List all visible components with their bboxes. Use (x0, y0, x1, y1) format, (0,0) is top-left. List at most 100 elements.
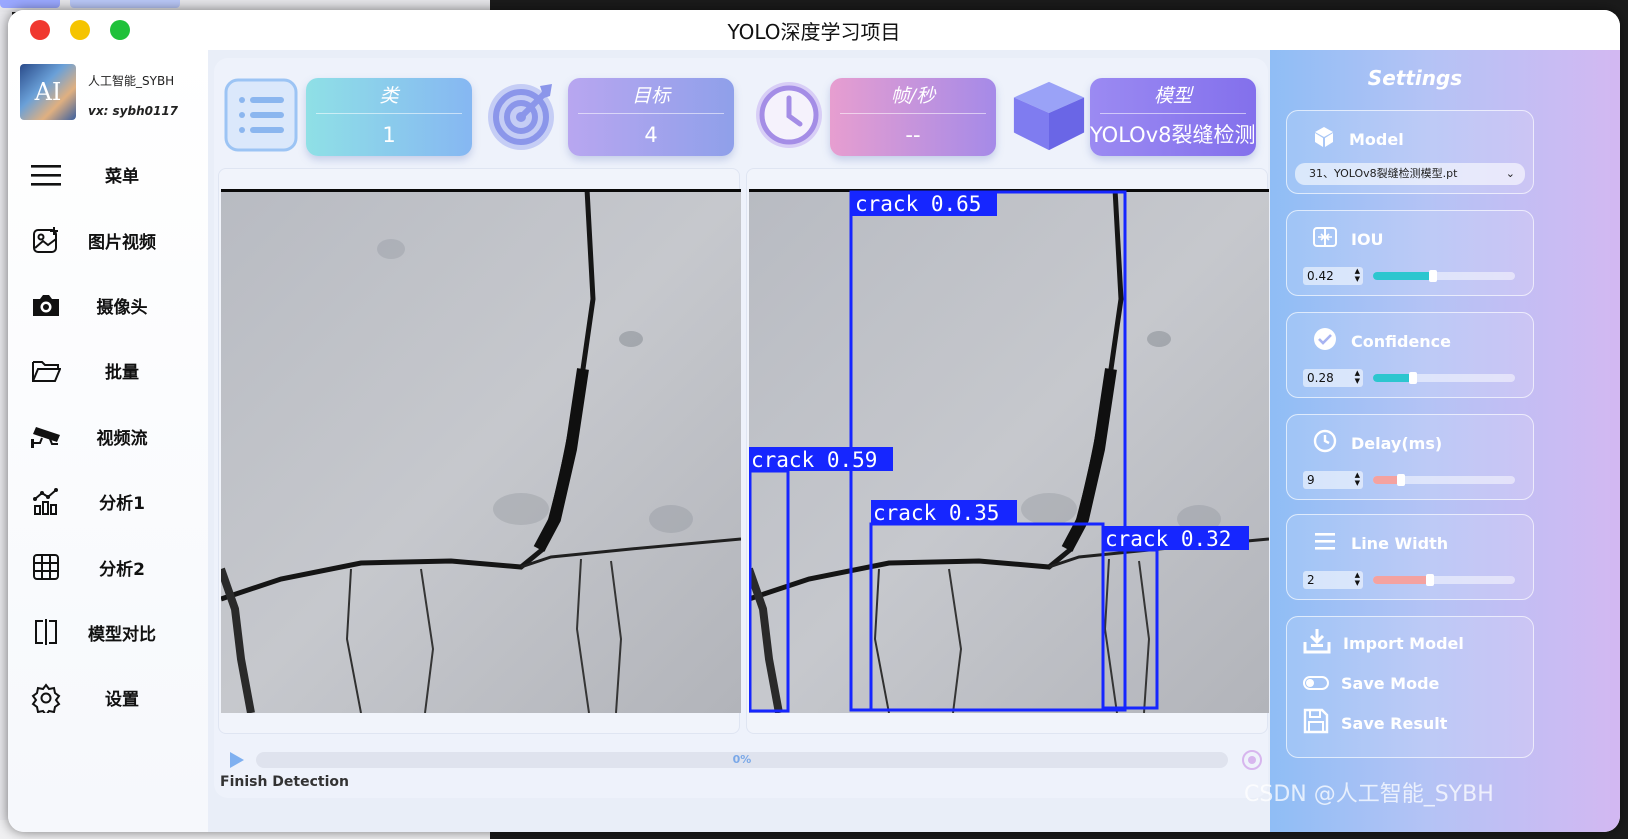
iou-spinbox[interactable]: 0.42 ▲ ▼ (1303, 267, 1363, 285)
model-setting-label: Model (1349, 129, 1404, 149)
gear-icon (26, 683, 66, 713)
sidebar-item-label: 分析1 (99, 494, 145, 515)
target-icon (484, 76, 562, 154)
model-select[interactable]: 31、YOLOv8裂缝检测模型.pt ⌄ (1295, 163, 1525, 185)
target-count-card: 目标 4 (568, 78, 734, 156)
sidebar-item-menu[interactable]: 菜单 (8, 142, 208, 207)
class-count-card: 类 1 (306, 78, 472, 156)
delay-spinbox[interactable]: 9 ▲ ▼ (1303, 471, 1363, 489)
line-width-slider[interactable] (1373, 574, 1515, 586)
cube-icon (1010, 76, 1088, 154)
target-count-label: 目标 (578, 78, 724, 114)
progress-row: 0% (222, 748, 1262, 772)
line-width-spinbox[interactable]: 2 ▲ ▼ (1303, 571, 1363, 589)
spin-arrows-icon: ▲ ▼ (1354, 369, 1360, 385)
iou-setting-card: IOU 0.42 ▲ ▼ (1286, 210, 1534, 296)
actions-card: Import Model Save Mode Save Result (1286, 616, 1534, 758)
sidebar-item-batch[interactable]: 批量 (8, 338, 208, 403)
settings-panel: Settings Model 31、YOLOv8裂缝检测模型.pt ⌄ IOU (1270, 50, 1620, 832)
sidebar-item-model-compare[interactable]: 模型对比 (8, 600, 208, 665)
settings-title: Settings (1367, 66, 1463, 90)
sidebar-item-image-video[interactable]: 图片视频 (8, 207, 208, 272)
chevron-down-icon: ⌄ (1505, 167, 1515, 180)
slider-handle[interactable] (1428, 270, 1437, 282)
model-setting-card: Model 31、YOLOv8裂缝检测模型.pt ⌄ (1286, 110, 1534, 194)
main-area: 类 1 目标 4 帧/秒 -- 模型 YOLOv8裂缝检测 crack 0.65… (208, 50, 1270, 832)
cctv-icon (26, 423, 66, 449)
spin-arrows-icon: ▲ ▼ (1354, 267, 1360, 283)
table-icon (26, 553, 66, 581)
play-button[interactable] (228, 750, 246, 774)
spin-arrows-icon: ▲ ▼ (1354, 471, 1360, 487)
sidebar-item-analysis-2[interactable]: 分析2 (8, 534, 208, 599)
sidebar-item-label: 批量 (105, 363, 139, 384)
confidence-setting-card: Confidence 0.28 ▲ ▼ (1286, 312, 1534, 398)
compare-icon (26, 618, 66, 646)
result-image-panel: crack 0.65 crack 0.59 crack 0.35 crack 0… (746, 168, 1269, 734)
delay-setting-card: Delay(ms) 9 ▲ ▼ (1286, 414, 1534, 500)
profile-block: AI 人工智能_SYBH vx: sybh0117 (20, 64, 200, 124)
clock-icon (750, 76, 828, 154)
iou-icon (1313, 226, 1337, 252)
sidebar-item-label: 模型对比 (88, 624, 156, 645)
sidebar-item-video-stream[interactable]: 视频流 (8, 404, 208, 469)
sidebar-item-label: 图片视频 (88, 232, 156, 253)
spin-arrows-icon: ▲ ▼ (1354, 571, 1360, 587)
close-button[interactable] (30, 20, 50, 40)
detection-label: crack 0.32 (1105, 527, 1231, 551)
sidebar-item-settings[interactable]: 设置 (8, 665, 208, 730)
save-result-button[interactable]: Save Result (1303, 703, 1533, 743)
slider-handle[interactable] (1397, 474, 1406, 486)
save-mode-toggle[interactable]: Save Mode (1303, 663, 1533, 703)
toggle-switch[interactable] (1303, 676, 1329, 690)
detection-label: crack 0.59 (751, 448, 877, 472)
box-icon (1313, 126, 1335, 152)
profile-wechat: vx: sybh0117 (88, 104, 179, 118)
check-circle-icon (1313, 327, 1337, 355)
clock-icon (1313, 429, 1337, 457)
confidence-slider[interactable] (1373, 372, 1515, 384)
sidebar-item-analysis-1[interactable]: 分析1 (8, 469, 208, 534)
save-mode-label: Save Mode (1341, 673, 1440, 693)
floppy-disk-icon (1303, 708, 1329, 738)
sidebar-item-label: 分析2 (99, 559, 145, 580)
title-bar: YOLO深度学习项目 (8, 10, 1620, 50)
status-text: Finish Detection (220, 774, 349, 790)
detection-label: crack 0.35 (873, 501, 999, 525)
stop-button[interactable] (1240, 748, 1264, 776)
line-width-setting-card: Line Width 2 ▲ ▼ (1286, 514, 1534, 600)
list-icon (222, 76, 300, 154)
camera-icon (26, 292, 66, 318)
iou-slider[interactable] (1373, 270, 1515, 282)
main-panel: 类 1 目标 4 帧/秒 -- 模型 YOLOv8裂缝检测 crack 0.65… (214, 58, 1269, 798)
image-icon (26, 226, 66, 254)
progress-text: 0% (732, 753, 752, 766)
minimize-button[interactable] (70, 20, 90, 40)
fps-value: -- (905, 123, 921, 147)
chart-icon (26, 487, 66, 516)
stats-row: 类 1 目标 4 帧/秒 -- 模型 YOLOv8裂缝检测 (222, 68, 1262, 156)
class-count-label: 类 (316, 78, 462, 114)
save-result-label: Save Result (1341, 713, 1448, 733)
sidebar-item-camera[interactable]: 摄像头 (8, 273, 208, 338)
app-window: YOLO深度学习项目 AI 人工智能_SYBH vx: sybh0117 菜单 … (8, 10, 1620, 832)
avatar: AI (20, 64, 76, 120)
window-title: YOLO深度学习项目 (727, 19, 901, 44)
detection-label: crack 0.65 (855, 192, 981, 216)
slider-handle[interactable] (1425, 574, 1434, 586)
sidebar-item-label: 菜单 (105, 167, 139, 188)
sidebar-item-label: 设置 (105, 690, 139, 711)
import-model-button[interactable]: Import Model (1303, 623, 1533, 663)
sidebar-nav: 菜单 图片视频 摄像头 批量 视频流 分析1 分析2 模型对比 设置 (8, 142, 208, 731)
delay-slider[interactable] (1373, 474, 1515, 486)
maximize-button[interactable] (110, 20, 130, 40)
menu-icon (26, 163, 66, 187)
progress-bar[interactable]: 0% (256, 752, 1228, 768)
profile-name: 人工智能_SYBH (88, 74, 175, 88)
sidebar-item-label: 视频流 (96, 428, 148, 449)
folder-icon (26, 358, 66, 384)
left-sidebar: AI 人工智能_SYBH vx: sybh0117 菜单 图片视频 摄像头 批量… (8, 50, 208, 832)
confidence-spinbox[interactable]: 0.28 ▲ ▼ (1303, 369, 1363, 387)
original-image-panel (218, 168, 741, 734)
slider-handle[interactable] (1408, 372, 1417, 384)
